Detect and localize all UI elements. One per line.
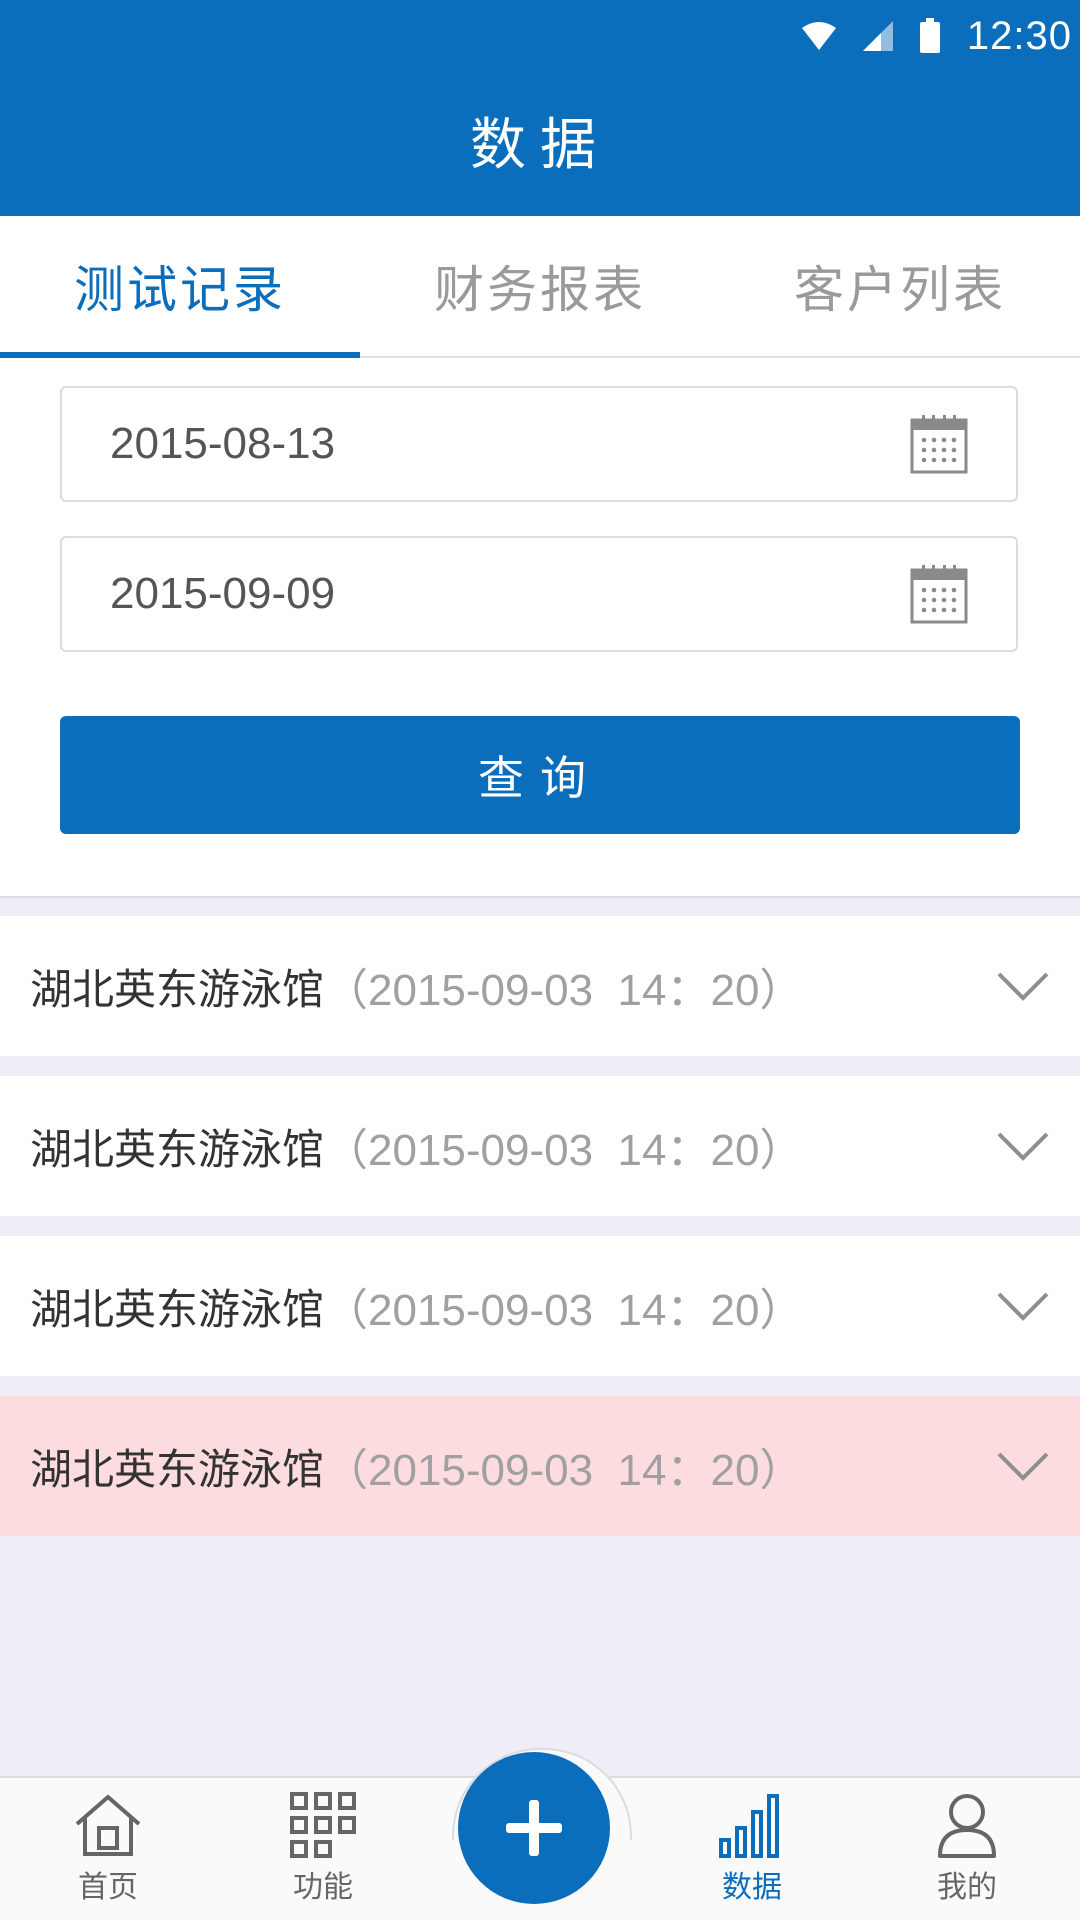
list-item[interactable]: 湖北英东游泳馆 （2015-09-03 14：20） [0,1076,1080,1216]
record-name: 湖北英东游泳馆 [30,1124,325,1174]
record-time: （2015-09-03 14：20） [324,966,804,1015]
user-icon [938,1794,996,1858]
chevron-down-icon[interactable] [996,1446,1050,1486]
app-header: 12:30 数据 [0,0,1080,216]
nav-functions[interactable]: 功能 [263,1792,383,1906]
query-form: 2015-08-13 2015-09-09 查询 [0,358,1080,898]
add-button[interactable] [458,1752,610,1904]
calendar-icon[interactable] [910,564,968,624]
cellular-signal-icon [862,21,893,51]
record-time: （2015-09-03 14：20） [324,1126,804,1175]
list-item[interactable]: 湖北英东游泳馆 （2015-09-03 14：20） [0,1236,1080,1376]
wifi-icon [801,22,836,50]
record-time: （2015-09-03 14：20） [324,1446,804,1495]
record-list: 湖北英东游泳馆 （2015-09-03 14：20） 湖北英东游泳馆 （2015-0… [0,916,1080,1556]
nav-home-label: 首页 [78,1870,138,1905]
page-title: 数据 [470,113,610,178]
record-time: （2015-09-03 14：20） [324,1286,804,1335]
home-icon [75,1795,141,1856]
tab-customer-list[interactable]: 客户列表 [720,216,1080,356]
tab-test-records[interactable]: 测试记录 [0,216,360,358]
nav-mine-label: 我的 [937,1870,997,1905]
signal-bars-icon [719,1794,779,1858]
nav-functions-label: 功能 [293,1870,353,1905]
status-time: 12:30 [966,13,1072,58]
end-date-value: 2015-09-09 [110,569,336,618]
battery-icon [919,18,940,53]
query-button[interactable]: 查询 [60,716,1020,834]
record-name: 湖北英东游泳馆 [30,1444,325,1494]
tab-financial-reports[interactable]: 财务报表 [360,216,720,356]
chevron-down-icon[interactable] [996,1126,1050,1166]
record-name: 湖北英东游泳馆 [30,1284,325,1334]
status-bar: 12:30 [801,10,1072,62]
chevron-down-icon[interactable] [996,1286,1050,1326]
nav-data[interactable]: 数据 [692,1792,812,1906]
record-name: 湖北英东游泳馆 [30,964,325,1014]
chevron-down-icon[interactable] [996,966,1050,1006]
nav-home[interactable]: 首页 [48,1792,168,1906]
list-item[interactable]: 湖北英东游泳馆 （2015-09-03 14：20） [0,916,1080,1056]
end-date-field[interactable]: 2015-09-09 [60,536,1018,652]
nav-data-label: 数据 [722,1870,782,1905]
start-date-value: 2015-08-13 [110,419,336,468]
tab-bar: 测试记录 财务报表 客户列表 [0,216,1080,358]
bottom-nav: 首页 功能 数据 我的 [0,1748,1080,1920]
start-date-field[interactable]: 2015-08-13 [60,386,1018,502]
plus-icon [506,1800,562,1856]
list-item-alert[interactable]: 湖北英东游泳馆 （2015-09-03 14：20） [0,1396,1080,1536]
calendar-icon[interactable] [910,414,968,474]
nav-mine[interactable]: 我的 [907,1792,1027,1906]
grid-icon [290,1792,356,1858]
